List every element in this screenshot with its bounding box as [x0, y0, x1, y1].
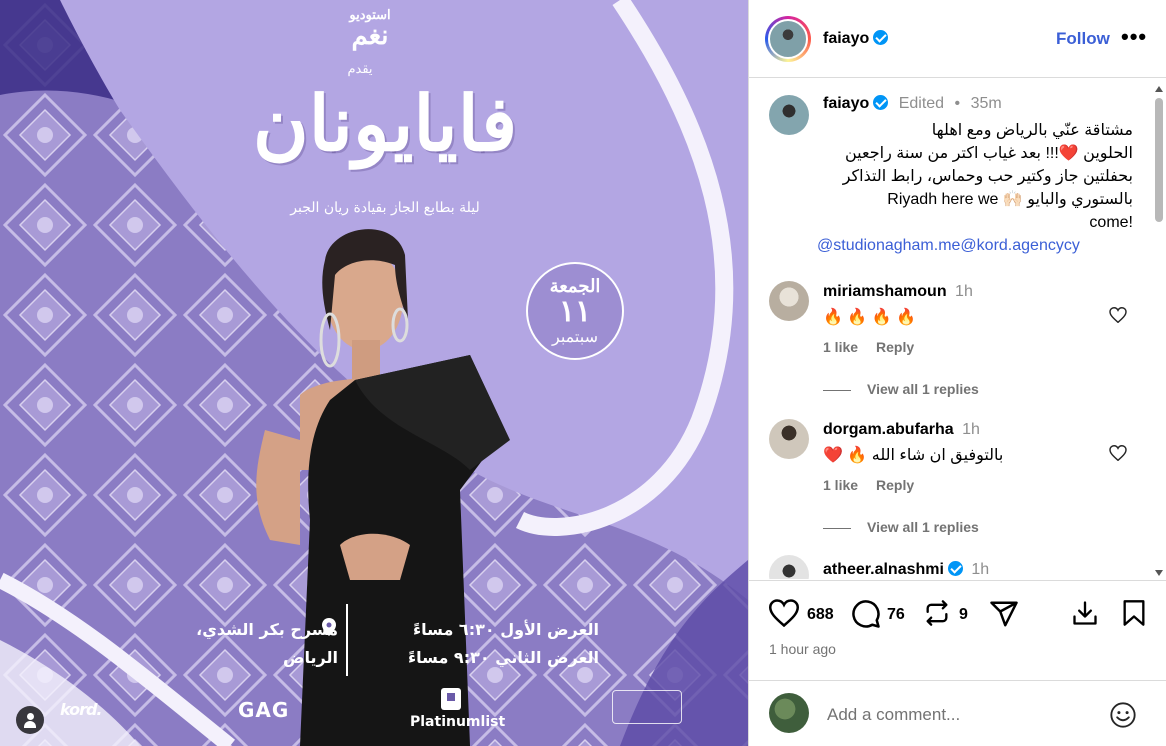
comment-username[interactable]: atheer.alnashmi: [823, 561, 944, 578]
share-icon[interactable]: [989, 599, 1019, 629]
event-title: فايايونان: [252, 79, 518, 168]
comment-likes[interactable]: 1 like: [823, 339, 858, 355]
caption-time: 35m: [970, 95, 1002, 112]
caption-avatar[interactable]: [769, 95, 809, 135]
post-details-panel: faiayo Follow ••• faiayo Edited • 35m مش…: [748, 0, 1166, 746]
scrollbar[interactable]: [1154, 84, 1164, 578]
comment-text: 🔥 🔥 🔥 🔥: [823, 309, 917, 326]
view-replies-button[interactable]: View all 1 replies: [823, 519, 979, 535]
follow-button[interactable]: Follow: [1056, 29, 1110, 49]
add-comment-bar: Add a comment...: [749, 680, 1166, 746]
save-bookmark-icon[interactable]: [1121, 599, 1147, 627]
comment-icon[interactable]: [851, 599, 881, 629]
sponsor-platinumlist-logo: Platinumlist: [410, 714, 506, 730]
comment-meta: 1 like Reply: [823, 339, 914, 355]
presents-label: يقدم: [347, 62, 373, 77]
tagged-users-icon[interactable]: [16, 706, 44, 734]
caption-text: مشتاقة عنّي بالرياض ومع اهلها الحلوين ❤️…: [817, 119, 1133, 257]
venue-name: مسرح بكر الشدي،: [196, 620, 338, 639]
scroll-up-arrow-icon[interactable]: [1155, 86, 1163, 92]
post-image[interactable]: استوديو نغم يقدم فايايونان ليلة بطابع ال…: [0, 0, 748, 746]
divider: [346, 604, 348, 676]
more-options-icon[interactable]: •••: [1121, 24, 1147, 50]
caption-mentions[interactable]: @studionagham.me@kord.agencycy: [817, 234, 1133, 257]
posted-time: 1 hour ago: [769, 641, 836, 657]
comment-header: atheer.alnashmi 1h: [823, 561, 990, 578]
verified-badge-icon: [873, 29, 889, 45]
scroll-down-arrow-icon[interactable]: [1155, 570, 1163, 576]
comment-likes[interactable]: 1 like: [823, 477, 858, 493]
likes-count[interactable]: 688: [807, 606, 834, 624]
comment-meta: 1 like Reply: [823, 477, 914, 493]
comment-text: بالتوفيق ان شاء الله 🔥 ❤️: [823, 447, 1004, 464]
studio-logo: استوديو نغم: [349, 8, 391, 51]
venue-city: الرياض: [283, 648, 338, 667]
caption-header: faiayo Edited • 35m: [823, 95, 1002, 112]
comment-username[interactable]: miriamshamoun: [823, 283, 947, 300]
avatar[interactable]: [765, 15, 811, 62]
comments-scroll[interactable]: faiayo Edited • 35m مشتاقة عنّي بالرياض …: [749, 79, 1166, 579]
reposts-count[interactable]: 9: [959, 606, 968, 624]
edited-label: Edited: [898, 95, 945, 112]
add-comment-input[interactable]: Add a comment...: [827, 705, 960, 725]
sponsor-gag-logo: GAG: [238, 698, 290, 722]
verified-badge-icon: [947, 561, 963, 576]
heart-icon[interactable]: [1109, 307, 1127, 323]
date-badge: الجمعة ١١ سبتمبر: [526, 262, 624, 360]
comment-username[interactable]: dorgam.abufarha: [823, 421, 954, 438]
verified-badge-icon: [873, 95, 889, 110]
sponsor-kord-logo: kord.: [60, 700, 102, 719]
like-heart-icon[interactable]: [769, 599, 799, 627]
comments-count[interactable]: 76: [887, 606, 905, 624]
reply-button[interactable]: Reply: [876, 339, 914, 355]
show-1: العرض الأول ٦:٣٠ مساءً: [412, 620, 599, 639]
comment-header: miriamshamoun 1h: [823, 283, 973, 300]
heart-icon[interactable]: [1109, 445, 1127, 461]
comment-avatar[interactable]: [769, 419, 809, 459]
comment-avatar[interactable]: [769, 555, 809, 579]
reply-button[interactable]: Reply: [876, 477, 914, 493]
venue: مسرح بكر الشدي، الرياض: [150, 616, 338, 672]
post-actions: 688 76 9 1 hour ago: [749, 580, 1166, 670]
header-username[interactable]: faiayo: [823, 29, 889, 48]
caption-username[interactable]: faiayo: [823, 95, 869, 112]
platinumlist-icon: [441, 688, 461, 710]
repost-icon[interactable]: [923, 599, 951, 627]
current-user-avatar: [769, 693, 809, 733]
date-number: ١١: [558, 294, 592, 329]
show-2: العرض الثاني ٩:٣٠ مساءً: [407, 648, 599, 667]
view-replies-button[interactable]: View all 1 replies: [823, 381, 979, 397]
date-month: سبتمبر: [552, 327, 598, 346]
comment-header: dorgam.abufarha 1h: [823, 421, 980, 438]
sponsor-theatre-logo: [612, 690, 682, 724]
show-times: العرض الأول ٦:٣٠ مساءً العرض الثاني ٩:٣٠…: [354, 616, 599, 672]
scrollbar-thumb[interactable]: [1155, 98, 1163, 222]
event-subtitle: ليلة بطابع الجاز بقيادة ريان الجبر: [290, 200, 480, 216]
emoji-icon[interactable]: [1109, 701, 1137, 729]
comment-avatar[interactable]: [769, 281, 809, 321]
download-icon[interactable]: [1071, 599, 1099, 627]
